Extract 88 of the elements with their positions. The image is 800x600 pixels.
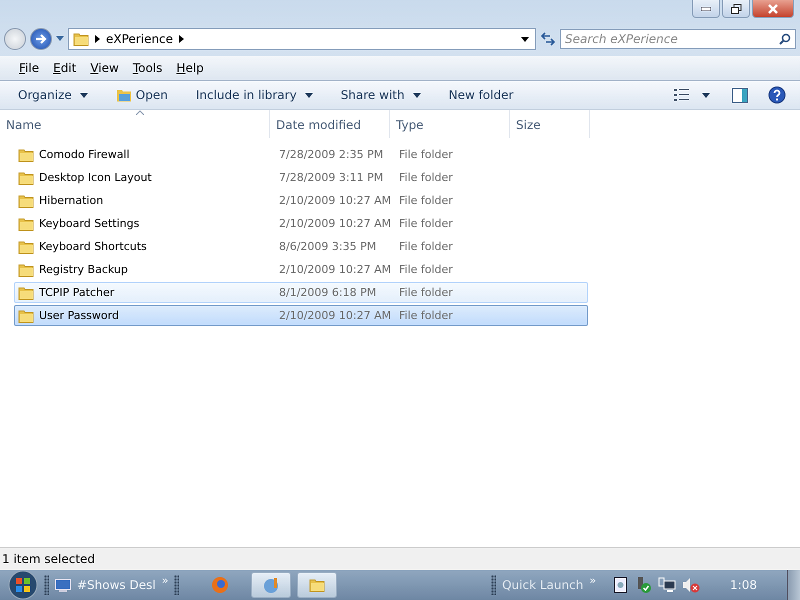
folder-icon (18, 148, 34, 162)
column-header[interactable]: Date modified (270, 110, 390, 138)
toolbar-button[interactable]: Include in library (186, 85, 323, 105)
file-row[interactable]: Registry Backup 2/10/2009 10:27 AM File folder (14, 259, 588, 280)
folder-icon (18, 170, 34, 184)
file-type: File folder (399, 194, 454, 207)
folder-icon (18, 286, 34, 300)
file-row[interactable]: Keyboard Settings 2/10/2009 10:27 AM File folder (14, 213, 588, 234)
monitor-icon[interactable] (55, 578, 71, 592)
search-icon (779, 33, 791, 45)
menu-item[interactable]: Edit (48, 59, 82, 77)
forward-button[interactable] (30, 28, 52, 50)
file-name: Desktop Icon Layout (39, 171, 153, 184)
folder-icon (18, 262, 34, 276)
file-type: File folder (399, 240, 454, 253)
column-header[interactable]: Name (0, 110, 270, 138)
file-name: User Password (39, 309, 120, 322)
file-name: TCPIP Patcher (39, 286, 116, 299)
date-modified: 8/1/2009 6:18 PM (279, 286, 378, 299)
date-modified: 2/10/2009 10:27 AM (279, 217, 392, 230)
file-row[interactable]: User Password 2/10/2009 10:27 AM File folder (14, 305, 588, 326)
file-type: File folder (399, 217, 454, 230)
folder-icon (18, 308, 34, 322)
folder-icon (18, 240, 34, 254)
close-button[interactable] (752, 0, 794, 18)
folder-open-icon (116, 88, 132, 102)
file-type: File folder (399, 171, 454, 184)
file-name: Comodo Firewall (39, 148, 131, 161)
menu-item[interactable]: File (14, 59, 44, 77)
minimize-button[interactable] (692, 0, 720, 18)
caret-icon (80, 92, 88, 98)
file-type: File folder (399, 309, 454, 322)
caret-icon (412, 92, 421, 98)
address-bar[interactable]: eXPerience (68, 28, 536, 50)
media-player-icon (262, 576, 280, 594)
file-row[interactable]: TCPIP Patcher 8/1/2009 6:18 PM File folder (14, 282, 588, 303)
folder-icon (18, 216, 34, 230)
chevron-icon[interactable] (95, 35, 100, 43)
file-row[interactable]: Desktop Icon Layout 7/28/2009 3:11 PM File folder (14, 167, 588, 188)
preview-pane-icon[interactable] (732, 88, 748, 102)
restore-icon (730, 4, 742, 14)
start-button[interactable] (8, 570, 38, 600)
caret-icon[interactable] (521, 36, 529, 42)
file-type: File folder (399, 263, 454, 276)
caret-icon (304, 92, 313, 98)
file-row[interactable]: Hibernation 2/10/2009 10:27 AM File folder (14, 190, 588, 211)
file-row[interactable]: Comodo Firewall 7/28/2009 2:35 PM File folder (14, 144, 588, 165)
status-text: 1 item selected (1, 551, 96, 568)
toolbar-button[interactable]: Open (106, 85, 178, 105)
file-row[interactable]: Keyboard Shortcuts 8/6/2009 3:35 PM File folder (14, 236, 588, 257)
date-modified: 2/10/2009 10:27 AM (279, 263, 392, 276)
file-name: Registry Backup (39, 263, 129, 276)
caret-icon[interactable] (702, 92, 710, 98)
muted-speaker-icon[interactable] (682, 577, 700, 593)
file-name: Keyboard Settings (39, 217, 140, 230)
date-modified: 8/6/2009 3:35 PM (279, 240, 378, 253)
document-icon[interactable] (614, 577, 628, 593)
file-name: Hibernation (39, 194, 104, 207)
date-modified: 2/10/2009 10:27 AM (279, 194, 392, 207)
menu-item[interactable]: Tools (128, 59, 168, 77)
close-icon (768, 4, 778, 14)
date-modified: 7/28/2009 2:35 PM (279, 148, 384, 161)
date-modified: 7/28/2009 3:11 PM (279, 171, 384, 184)
breadcrumb[interactable]: eXPerience (106, 32, 174, 46)
help-icon[interactable] (768, 86, 786, 104)
show-desktop-button[interactable] (787, 570, 800, 600)
file-name: Keyboard Shortcuts (39, 240, 148, 253)
folder-icon (18, 194, 34, 208)
minimize-icon (701, 6, 711, 10)
network-icon[interactable] (658, 577, 676, 593)
date-modified: 2/10/2009 10:27 AM (279, 309, 392, 322)
toolbar-button[interactable]: Share with (330, 85, 431, 105)
toolbar-button[interactable]: Organize (8, 85, 98, 105)
menu-item[interactable]: View (85, 59, 124, 77)
restore-button[interactable] (722, 0, 750, 18)
chevron-icon[interactable] (179, 35, 184, 43)
search-field[interactable]: Search eXPerience (560, 29, 796, 49)
menu-item[interactable]: Help (171, 59, 209, 77)
folder-icon (73, 32, 89, 46)
column-header[interactable]: Size (510, 110, 590, 138)
file-type: File folder (399, 286, 454, 299)
toolbar-button[interactable]: New folder (438, 85, 524, 105)
folder-icon (309, 578, 326, 592)
column-header[interactable]: Type (390, 110, 510, 138)
file-type: File folder (399, 148, 454, 161)
view-list-icon[interactable] (674, 89, 690, 101)
refresh-icon[interactable] (540, 32, 556, 46)
arrow-icon (35, 34, 47, 44)
